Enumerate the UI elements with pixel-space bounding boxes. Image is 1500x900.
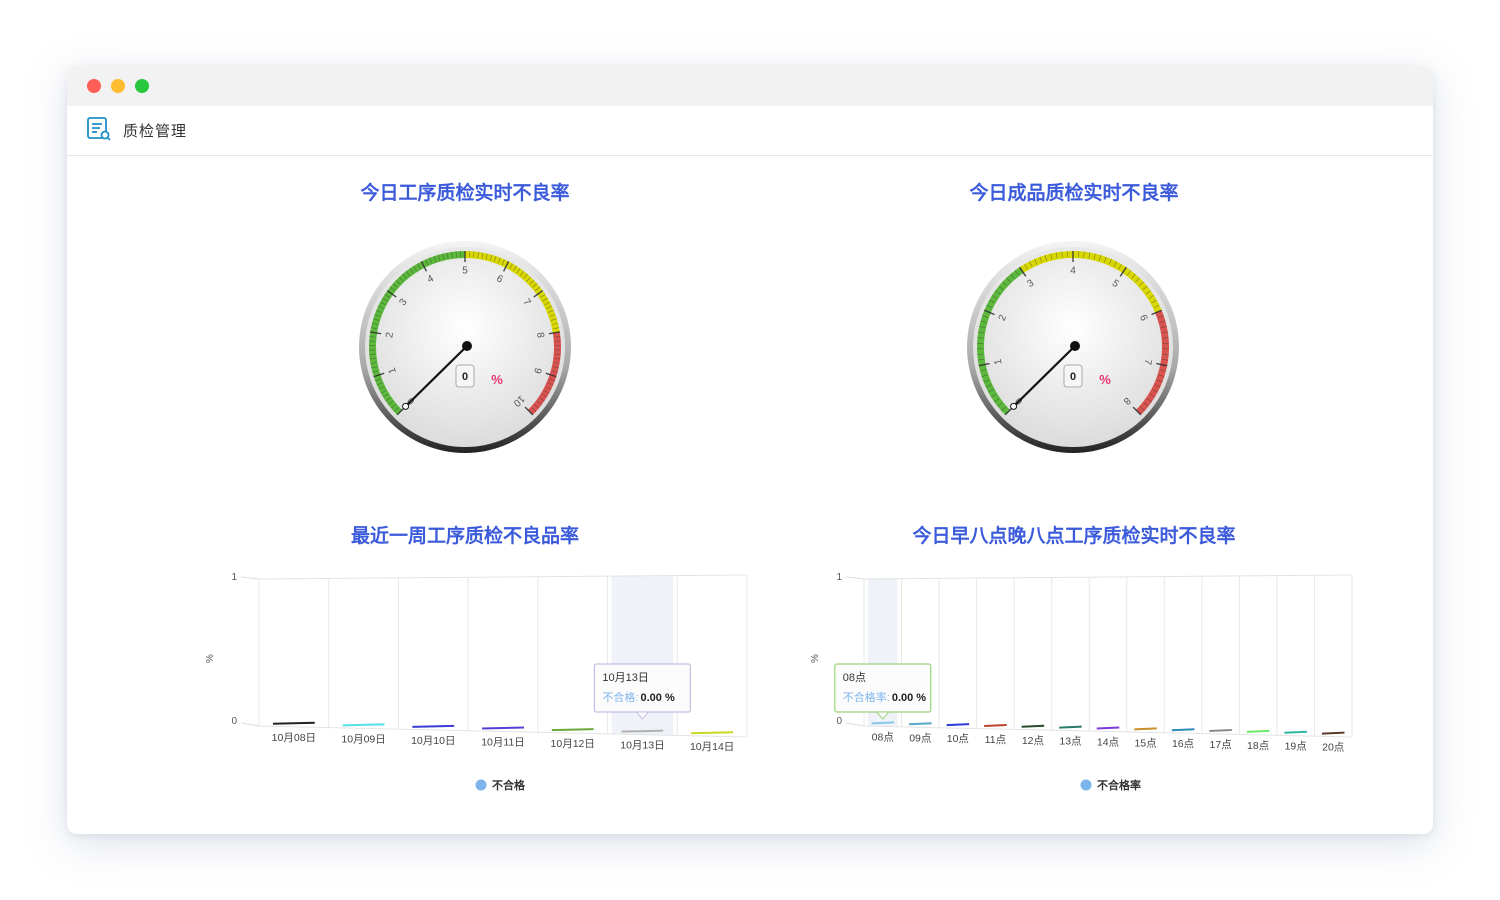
minimize-window-button[interactable] <box>111 79 125 93</box>
bar-3 <box>482 726 524 730</box>
gauge-2-title: 今日成品质检实时不良率 <box>969 183 1179 204</box>
x-tick-label: 10点 <box>947 733 969 745</box>
legend-label: 不合格率 <box>1097 778 1141 792</box>
gauge-pivot <box>462 341 472 351</box>
bar-0 <box>272 721 315 725</box>
bar-12 <box>1321 731 1345 735</box>
grid-top-line <box>863 574 1353 580</box>
window-titlebar <box>67 66 1433 106</box>
x-tick-label: 10月08日 <box>272 732 316 744</box>
bar-9 <box>1209 729 1232 733</box>
bar-chart-hourly: 0 1% 08点 09点 10点 11点 12点 13点 14点 15点 16点 17点 18点 19点 2… <box>810 572 1353 792</box>
axis-top-edge <box>240 576 260 580</box>
x-tick-label: 20点 <box>1322 742 1344 754</box>
tooltip-value: 0.00 % <box>640 692 674 704</box>
tooltip-category: 08点 <box>843 671 866 684</box>
y-axis-label: % <box>810 654 821 663</box>
bar-7 <box>1134 727 1157 731</box>
tooltip: 10月13日不合格: 0.00 % <box>593 663 692 720</box>
x-tick-label: 14点 <box>1097 737 1119 749</box>
x-tick-label: 15点 <box>1134 737 1156 749</box>
axis-top-edge <box>845 576 865 580</box>
page-header: 质检管理 <box>67 106 1433 156</box>
gauge-pivot <box>1070 341 1080 351</box>
gauge-value-label: 0 <box>462 371 468 383</box>
x-tick-label: 16点 <box>1172 738 1194 750</box>
bar-2 <box>946 723 970 727</box>
x-tick-label: 13点 <box>1059 736 1081 748</box>
bar-8 <box>1171 728 1195 732</box>
bar-5 <box>1059 725 1082 729</box>
x-tick-label: 17点 <box>1210 739 1232 751</box>
bar-3 <box>984 723 1007 727</box>
maximize-window-button[interactable] <box>135 79 149 93</box>
tooltip-series-label: 不合格率: <box>843 690 890 704</box>
bar-11 <box>1284 730 1307 734</box>
grid-top-line <box>258 574 748 580</box>
x-tick-label: 12点 <box>1022 735 1044 747</box>
x-tick-label: 08点 <box>872 731 894 743</box>
bar-1-title: 最近一周工序质检不良品率 <box>350 526 579 547</box>
gauge-tick-label: 5 <box>462 266 468 277</box>
y-tick-label: 1 <box>231 572 237 583</box>
x-tick-label: 10月12日 <box>551 738 595 750</box>
x-tick-label: 11点 <box>985 734 1006 746</box>
legend-marker <box>1080 779 1092 791</box>
y-tick-label: 1 <box>836 572 842 583</box>
x-tick-label: 10月13日 <box>620 740 664 752</box>
gauge-needle-tip <box>402 402 410 410</box>
bar-6 <box>1096 726 1120 730</box>
tooltip-category: 10月13日 <box>602 672 648 684</box>
search-document-icon <box>87 117 111 141</box>
x-tick-label: 10月09日 <box>341 733 385 745</box>
x-tick-label: 10月14日 <box>690 741 734 753</box>
gauge-value-label: 0 <box>1070 371 1076 383</box>
axis-bottom-edge <box>240 722 260 727</box>
gauge-process-defect-rate: 0123456789100% <box>359 241 571 453</box>
gauge-product-defect-rate: 0123456780% <box>967 241 1179 453</box>
bar-1 <box>909 722 932 726</box>
bar-2 <box>412 724 455 728</box>
x-tick-label: 10月10日 <box>411 735 455 747</box>
gauge-unit-label: % <box>491 372 503 387</box>
app-window: 质检管理 今日工序质检实时不良率 今日成品质检实时不良率 最近一周工序质检不良品… <box>67 66 1433 834</box>
axis-bottom-edge <box>845 722 865 727</box>
bar-2-title: 今日早八点晚八点工序质检实时不良率 <box>912 526 1236 547</box>
gauge-1-title: 今日工序质检实时不良率 <box>360 183 570 204</box>
legend-marker <box>475 779 487 791</box>
y-tick-label: 0 <box>836 716 842 727</box>
bar-6 <box>691 731 734 735</box>
bar-4 <box>551 728 594 732</box>
tooltip-value: 0.00 % <box>892 692 926 704</box>
x-tick-label: 10月11日 <box>481 737 525 749</box>
bar-1 <box>342 723 385 727</box>
bar-chart-weekly: 01%10月08日 10月09日 10月10日 10月11日 10月12日 10月13日 1… <box>205 572 748 792</box>
x-tick-label: 19点 <box>1285 741 1307 753</box>
legend-label: 不合格 <box>492 778 526 792</box>
gauge-tick-label: 4 <box>1070 266 1076 277</box>
bar-4 <box>1021 724 1045 728</box>
x-tick-label: 18点 <box>1247 740 1269 752</box>
gauge-needle-tip <box>1010 402 1018 410</box>
y-axis-label: % <box>205 654 216 663</box>
gauge-unit-label: % <box>1099 372 1111 387</box>
x-tick-label: 09点 <box>909 732 931 744</box>
tooltip: 08点不合格率: 0.00 % <box>834 663 932 720</box>
tooltip-series-label: 不合格: <box>602 690 638 704</box>
y-tick-label: 0 <box>231 716 237 727</box>
bar-10 <box>1246 729 1270 733</box>
close-window-button[interactable] <box>87 79 101 93</box>
page-title: 质检管理 <box>123 123 188 140</box>
